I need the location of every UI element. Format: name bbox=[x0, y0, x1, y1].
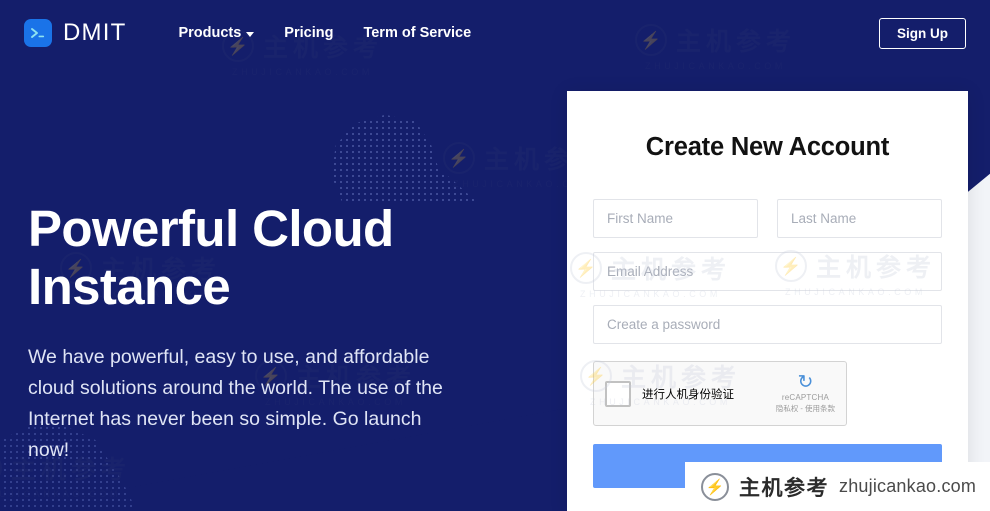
chevron-down-icon bbox=[246, 31, 255, 37]
terminal-prompt-icon bbox=[24, 19, 52, 47]
last-name-input[interactable] bbox=[777, 199, 942, 238]
hero-section: Powerful Cloud Instance We have powerful… bbox=[28, 200, 448, 465]
hero-description: We have powerful, easy to use, and affor… bbox=[28, 346, 443, 461]
nav-item-products[interactable]: Products bbox=[178, 25, 255, 41]
email-input[interactable] bbox=[593, 252, 942, 291]
recaptcha-terms-link[interactable]: 隐私权 - 使用条款 bbox=[776, 403, 835, 414]
recaptcha-brand-name: reCAPTCHA bbox=[781, 393, 829, 402]
recaptcha-icon: ↻ bbox=[797, 372, 814, 393]
watermark-logo-icon: ⚡ bbox=[701, 472, 729, 501]
recaptcha-checkbox[interactable] bbox=[605, 380, 631, 407]
nav-item-term-of-service[interactable]: Term of Service bbox=[363, 25, 471, 41]
watermark-overlay-bar: ⚡ 主机参考 zhujicankao.com bbox=[685, 462, 990, 511]
recaptcha-widget[interactable]: 进行人机身份验证 ↻ reCAPTCHA 隐私权 - 使用条款 bbox=[593, 361, 847, 426]
form-heading: Create New Account bbox=[645, 133, 890, 161]
watermark-bar-cn: 主机参考 bbox=[739, 476, 829, 500]
signup-card: Create New Account 进行人机身份验证 ↻ reCAPTCHA … bbox=[567, 91, 968, 511]
brand-logo[interactable]: DMIT bbox=[24, 19, 126, 47]
page-root: ⚡ 主机参考 ZHUJICANKAO.COM ⚡ 主机参考 ZHUJICANKA… bbox=[0, 0, 990, 511]
nav-item-label: Products bbox=[178, 25, 242, 41]
main-nav: Products Pricing Term of Service bbox=[178, 25, 471, 41]
password-input[interactable] bbox=[593, 305, 942, 344]
site-header: DMIT Products Pricing Term of Service Si… bbox=[0, 0, 990, 66]
name-row bbox=[593, 199, 942, 238]
signup-button[interactable]: Sign Up bbox=[879, 17, 966, 49]
watermark-bar-url: zhujicankao.com bbox=[839, 476, 977, 496]
nav-item-label: Pricing bbox=[284, 25, 334, 41]
hero-title-line-1: Powerful Cloud bbox=[28, 200, 394, 257]
first-name-input[interactable] bbox=[593, 199, 758, 238]
page-title: Powerful Cloud Instance bbox=[28, 200, 448, 316]
brand-name: DMIT bbox=[63, 19, 127, 46]
nav-item-label: Term of Service bbox=[363, 25, 472, 41]
signup-form: 进行人机身份验证 ↻ reCAPTCHA 隐私权 - 使用条款 bbox=[567, 199, 968, 493]
recaptcha-label: 进行人机身份验证 bbox=[642, 388, 734, 401]
recaptcha-branding: ↻ reCAPTCHA 隐私权 - 使用条款 bbox=[776, 373, 835, 414]
hero-title-line-2: Instance bbox=[28, 258, 231, 316]
nav-item-pricing[interactable]: Pricing bbox=[284, 25, 333, 41]
